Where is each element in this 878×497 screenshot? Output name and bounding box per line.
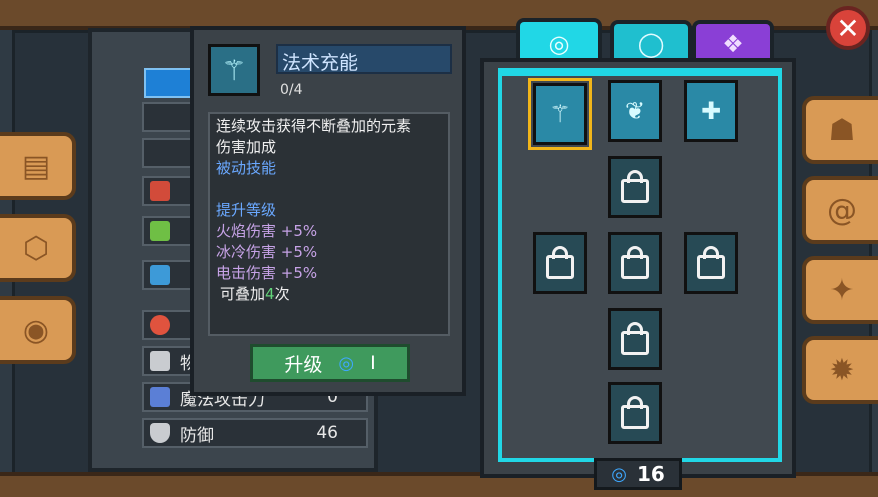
lock-icon xyxy=(621,322,649,355)
skill-node-locked[interactable] xyxy=(608,232,662,294)
skill-node-locked[interactable] xyxy=(608,156,662,218)
spiral-icon: @ xyxy=(827,192,857,228)
leaf-icon xyxy=(150,221,170,241)
fist-icon xyxy=(150,181,170,201)
staff-icon: ⚚ xyxy=(208,44,260,96)
crystal-icon: ❖ xyxy=(722,30,744,58)
plus-icon: ✚ xyxy=(700,97,722,125)
skill-node-locked[interactable] xyxy=(684,232,738,294)
helmet-icon: ☗ xyxy=(828,112,856,148)
lock-icon xyxy=(621,246,649,279)
lock-icon xyxy=(621,396,649,429)
star-tab[interactable]: ✦ xyxy=(802,256,878,324)
close-icon: ✕ xyxy=(836,11,860,45)
skill-node-heal[interactable]: ✚ xyxy=(684,80,738,142)
gem-icon: ◎ xyxy=(338,352,355,374)
upgrade-header: 提升等级 xyxy=(216,201,277,219)
skill-type: 被动技能 xyxy=(216,159,277,177)
stack-text: 可叠加4次 xyxy=(216,284,442,305)
sword-icon xyxy=(150,351,170,371)
stack-prefix: 可叠加 xyxy=(220,285,266,303)
upgrade-label: 升级 xyxy=(284,353,323,376)
stack-num: 4 xyxy=(265,285,275,303)
bonus-fire: 火焰伤害 +5% xyxy=(216,222,318,240)
lock-icon xyxy=(621,170,649,203)
wand-icon xyxy=(150,387,170,407)
gem-amount: 16 xyxy=(636,462,665,486)
settings-tab[interactable]: ✹ xyxy=(802,336,878,404)
skill-description: 连续攻击获得不断叠加的元素 伤害加成 被动技能 提升等级 火焰伤害 +5% 冰冷… xyxy=(208,112,450,336)
defense-value: 46 xyxy=(316,423,338,443)
upgrade-cost: I xyxy=(370,352,376,374)
defense-label: 防御 xyxy=(180,425,214,446)
star-icon: ✦ xyxy=(829,272,855,308)
book-icon: ▤ xyxy=(21,148,51,184)
book-small-icon xyxy=(150,265,170,285)
lock-icon xyxy=(546,246,574,279)
eye-icon: ◉ xyxy=(22,312,50,348)
skill-title: 法术充能 xyxy=(276,44,452,74)
character-tab[interactable]: ☗ xyxy=(802,96,878,164)
book-tab[interactable]: ▤ xyxy=(0,132,76,200)
gem-counter: ◎ 16 xyxy=(594,458,682,490)
leaf-icon: ❦ xyxy=(624,97,646,125)
lock-icon xyxy=(697,246,725,279)
upgrade-button[interactable]: 升级 ◎ I xyxy=(250,344,410,382)
skill-tab[interactable]: @ xyxy=(802,176,878,244)
gear-icon: ✹ xyxy=(829,352,855,388)
defense-row: 防御 46 xyxy=(142,418,368,448)
skill-tooltip: ⚚ 法术充能 0/4 连续攻击获得不断叠加的元素 伤害加成 被动技能 提升等级 … xyxy=(190,26,466,396)
eye-tab[interactable]: ◉ xyxy=(0,296,76,364)
close-button[interactable]: ✕ xyxy=(826,6,870,50)
gem-icon: ◎ xyxy=(611,463,627,485)
ring-icon: ◎ xyxy=(548,30,570,58)
skill-node-locked[interactable] xyxy=(533,232,587,294)
bonus-electric: 电击伤害 +5% xyxy=(216,264,318,282)
desc-line: 伤害加成 xyxy=(216,138,277,156)
skill-node-locked[interactable] xyxy=(608,382,662,444)
hexagon-icon: ⬡ xyxy=(22,230,50,266)
heart-icon xyxy=(150,315,170,335)
skill-level: 0/4 xyxy=(280,82,303,98)
hex-tab[interactable]: ⬡ xyxy=(0,214,76,282)
ring-icon: ◯ xyxy=(637,30,665,58)
shield-icon xyxy=(150,423,170,443)
stack-suffix: 次 xyxy=(274,285,290,303)
skill-node-spell-charge[interactable]: ⚚ xyxy=(533,83,587,145)
desc-line: 连续攻击获得不断叠加的元素 xyxy=(216,117,412,135)
staff-icon: ⚚ xyxy=(549,100,571,128)
skill-node-leaf[interactable]: ❦ xyxy=(608,80,662,142)
skill-node-locked[interactable] xyxy=(608,308,662,370)
bonus-ice: 冰冷伤害 +5% xyxy=(216,243,318,261)
